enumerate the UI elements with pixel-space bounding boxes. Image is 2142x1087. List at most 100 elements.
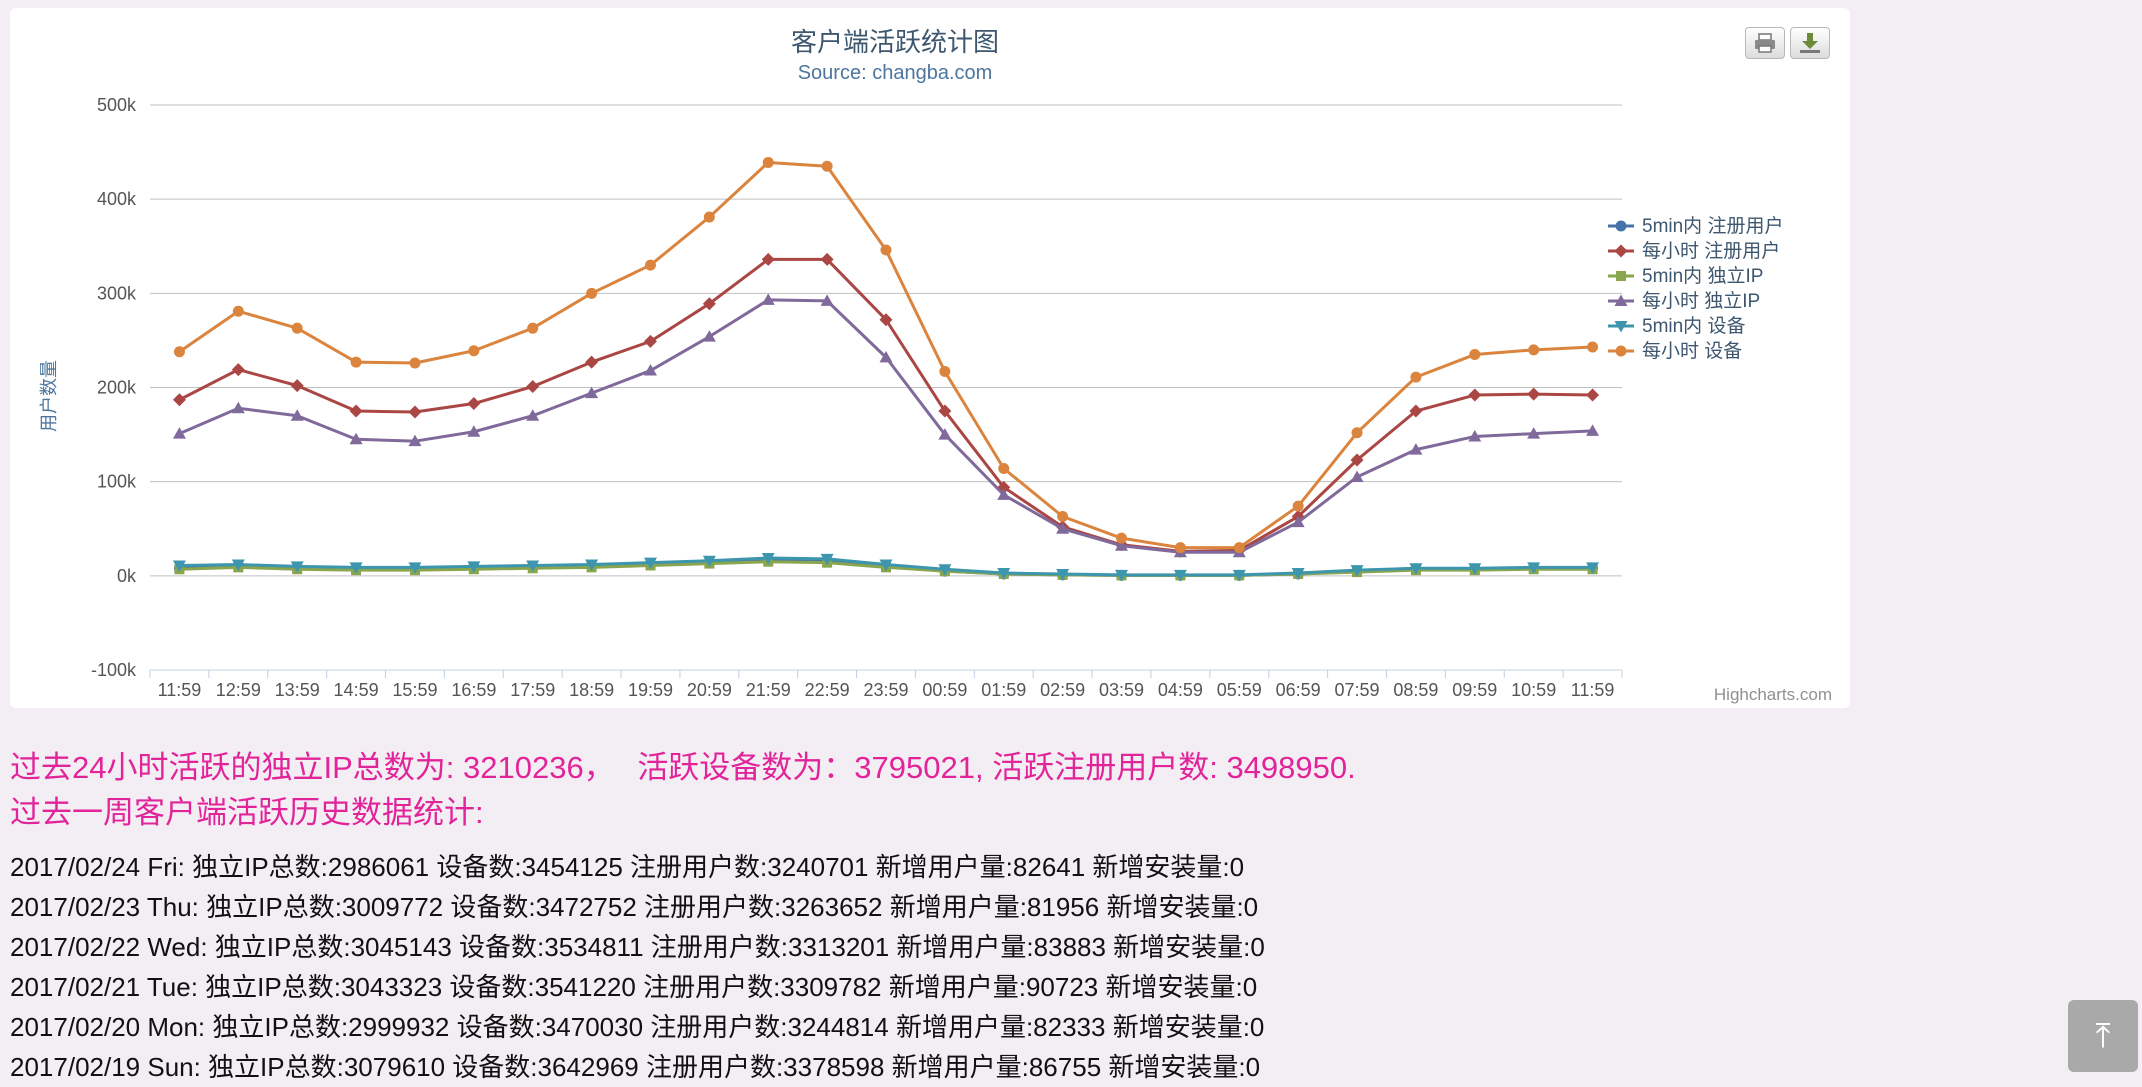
x-tick-label: 01:59 (981, 680, 1026, 700)
arrow-up-icon: ⤒ (2095, 1016, 2111, 1055)
legend-label: 每小时 设备 (1642, 340, 1742, 362)
history-row: 2017/02/23 Thu: 独立IP总数:3009772 设备数:34727… (10, 892, 1259, 922)
x-tick-label: 12:59 (216, 680, 261, 700)
data-point[interactable] (702, 330, 716, 342)
series-line (178, 257, 1593, 553)
y-tick-label: 200k (97, 378, 137, 398)
legend-label: 5min内 设备 (1642, 315, 1745, 337)
data-point[interactable] (1057, 511, 1069, 523)
data-point[interactable] (1469, 349, 1481, 361)
x-tick-label: 09:59 (1452, 680, 1497, 700)
data-point[interactable] (1292, 500, 1304, 512)
x-tick-label: 00:59 (922, 680, 967, 700)
data-point[interactable] (526, 380, 540, 394)
x-tick-label: 08:59 (1393, 680, 1438, 700)
chart-title: 客户端活跃统计图 (791, 27, 999, 57)
data-point[interactable] (1351, 427, 1363, 439)
data-point[interactable] (821, 160, 833, 172)
data-point[interactable] (467, 397, 481, 411)
data-point[interactable] (527, 322, 539, 334)
data-point[interactable] (409, 357, 421, 369)
data-point[interactable] (172, 393, 186, 407)
x-tick-label: 10:59 (1511, 680, 1556, 700)
data-point[interactable] (762, 156, 774, 168)
data-point[interactable] (173, 346, 185, 358)
x-tick-label: 15:59 (392, 680, 437, 700)
x-tick-label: 14:59 (334, 680, 379, 700)
series-line (178, 298, 1593, 554)
data-point[interactable] (291, 322, 303, 334)
data-point[interactable] (1468, 388, 1482, 402)
legend-item[interactable]: 每小时 独立IP (1608, 290, 1760, 312)
credits-link[interactable]: Highcharts.com (1714, 685, 1832, 704)
data-point[interactable] (290, 379, 304, 393)
data-point[interactable] (644, 259, 656, 271)
y-axis-title: 用户数量 (39, 360, 59, 432)
x-tick-label: 06:59 (1276, 680, 1321, 700)
x-tick-label: 21:59 (746, 680, 791, 700)
x-tick-label: 13:59 (275, 680, 320, 700)
download-icon (1800, 33, 1820, 53)
data-point[interactable] (349, 404, 363, 418)
data-point[interactable] (1116, 532, 1128, 544)
x-axis-ticks: 11:59 12:59 13:59 14:59 15:59 16:59 17:59 18:59… (149, 669, 1623, 700)
data-point[interactable] (231, 363, 245, 377)
data-point[interactable] (408, 405, 422, 419)
history-row: 2017/02/20 Mon: 独立IP总数:2999932 设备数:34700… (10, 1012, 1265, 1042)
x-tick-label: 02:59 (1040, 680, 1085, 700)
legend-marker[interactable] (1614, 244, 1628, 258)
data-point[interactable] (586, 287, 598, 299)
data-point[interactable] (350, 356, 362, 368)
legend-label: 5min内 独立IP (1642, 265, 1763, 287)
x-tick-label: 23:59 (863, 680, 908, 700)
data-point[interactable] (1410, 371, 1422, 383)
x-tick-label: 17:59 (510, 680, 555, 700)
data-point[interactable] (1586, 388, 1600, 402)
y-tick-label: 500k (97, 95, 137, 115)
data-point[interactable] (1587, 341, 1599, 353)
data-point[interactable] (1527, 387, 1541, 401)
chart-container: 客户端活跃统计图 Source: changba.com 用户数量 -100k 0… (10, 8, 1850, 708)
data-point[interactable] (998, 462, 1010, 474)
history-row: 2017/02/19 Sun: 独立IP总数:3079610 设备数:36429… (10, 1052, 1261, 1082)
legend-marker[interactable] (1616, 271, 1626, 281)
x-tick-label: 11:59 (1571, 680, 1615, 700)
data-point[interactable] (643, 364, 657, 376)
y-tick-label: -100k (91, 660, 137, 680)
x-tick-label: 19:59 (628, 680, 673, 700)
data-point[interactable] (585, 355, 599, 369)
legend-item[interactable]: 5min内 独立IP (1608, 265, 1763, 287)
legend-marker[interactable] (1615, 345, 1627, 357)
legend-item[interactable]: 5min内 注册用户 (1608, 215, 1783, 237)
data-point[interactable] (232, 305, 244, 317)
x-tick-label: 22:59 (805, 680, 850, 700)
active-device-user-summary: 活跃设备数为：3795021, 活跃注册用户数: 3498950. (637, 750, 1356, 785)
x-tick-label: 20:59 (687, 680, 732, 700)
history-heading: 过去一周客户端活跃历史数据统计: (10, 795, 484, 830)
data-point[interactable] (880, 244, 892, 256)
data-point[interactable] (1528, 344, 1540, 356)
x-tick-label: 03:59 (1099, 680, 1144, 700)
legend-marker[interactable] (1615, 220, 1627, 232)
print-button[interactable] (1745, 27, 1785, 59)
legend-item[interactable]: 5min内 设备 (1608, 315, 1745, 337)
y-axis-ticks: -100k 0k 100k 200k 300k 400k 500k (91, 95, 137, 680)
line-chart: 客户端活跃统计图 Source: changba.com 用户数量 -100k 0… (39, 27, 1832, 704)
legend-item[interactable]: 每小时 设备 (1608, 340, 1742, 362)
x-tick-label: 18:59 (569, 680, 614, 700)
y-tick-label: 300k (97, 283, 137, 303)
history-row: 2017/02/21 Tue: 独立IP总数:3043323 设备数:35412… (10, 972, 1258, 1002)
legend[interactable]: 5min内 注册用户每小时 注册用户 5min内 独立IP 每小时 独立IP 5min… (1608, 215, 1783, 362)
legend-item[interactable]: 每小时 注册用户 (1608, 240, 1780, 262)
series-3 (172, 293, 1600, 558)
history-row: 2017/02/24 Fri: 独立IP总数:2986061 设备数:34541… (10, 852, 1245, 882)
data-point[interactable] (939, 365, 951, 377)
data-point[interactable] (468, 345, 480, 357)
chart-subtitle: Source: changba.com (798, 62, 993, 84)
active-ip-summary: 过去24小时活跃的独立IP总数为: 3210236， (10, 750, 615, 785)
data-point[interactable] (1233, 542, 1245, 554)
download-button[interactable] (1790, 27, 1830, 59)
data-point[interactable] (703, 211, 715, 223)
data-point[interactable] (1174, 542, 1186, 554)
back-to-top-button[interactable]: ⤒ (2068, 1000, 2138, 1072)
